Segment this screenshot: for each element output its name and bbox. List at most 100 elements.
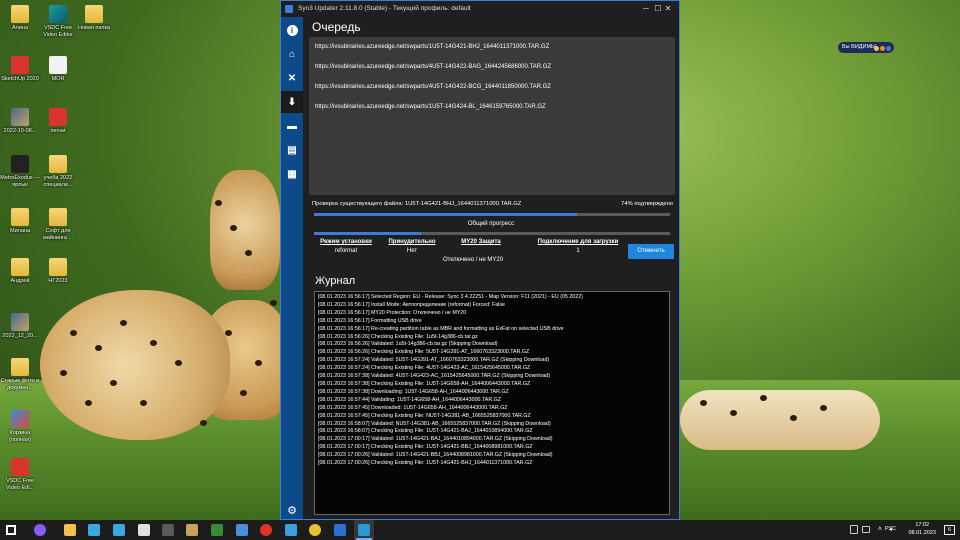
- info-icon[interactable]: i: [281, 19, 303, 41]
- log-line: [08.01.2023 16:57:38] Validated: 4U5T-14…: [318, 373, 551, 380]
- shield-icon[interactable]: [334, 524, 346, 536]
- log-line: [08.01.2023 16:56:17] Formatting USB dri…: [318, 317, 422, 324]
- overall-progress-bar: [314, 232, 670, 235]
- app-icon-1[interactable]: [88, 524, 100, 536]
- download-icon[interactable]: ⬇: [281, 91, 303, 113]
- file-progress-bar: [314, 213, 670, 216]
- title-bar[interactable]: Syn3 Updater 2.11.8.0 (Stable) - Текущий…: [281, 1, 679, 17]
- connection-column: Подключение для загрузки 1: [529, 239, 627, 254]
- tools-icon-glyph: ✕: [287, 72, 297, 84]
- desktop-icon[interactable]: Старые фото и докумен...: [0, 358, 40, 391]
- queue-item[interactable]: https://ivsubinaries.azureedge.net/swpar…: [315, 64, 551, 70]
- home-icon[interactable]: ⌂: [281, 43, 303, 65]
- network-icon[interactable]: [862, 526, 870, 533]
- desktop-icon[interactable]: 2022_12_20...: [0, 313, 40, 340]
- file-progress-fill: [314, 213, 578, 216]
- app-icon-6[interactable]: [211, 524, 223, 536]
- app-icon-7[interactable]: [236, 524, 248, 536]
- desktop-icon[interactable]: Корзина (полная): [0, 410, 40, 443]
- folder-icon: [49, 258, 67, 276]
- cheetah-spot: [70, 330, 77, 336]
- desktop-icon[interactable]: MOR: [38, 56, 78, 83]
- tray-chevron-icon[interactable]: ˄: [878, 526, 882, 533]
- sidebar: i ⌂ ✕ ⬇ ▬ ▤ ▦ ⚙: [281, 17, 303, 519]
- desktop-icon-label: Андрей: [10, 278, 30, 284]
- overall-progress-fill: [314, 232, 421, 235]
- cheetah-spot: [225, 330, 232, 336]
- queue-item[interactable]: https://ivsubinaries.azureedge.net/swpar…: [315, 104, 546, 110]
- desktop-icon[interactable]: VSDC Free Video Editor: [38, 5, 78, 38]
- chrome-icon[interactable]: [309, 524, 321, 536]
- opera-icon[interactable]: [260, 524, 272, 536]
- cancel-button[interactable]: Отменить: [628, 244, 674, 259]
- file-icon: [11, 56, 29, 74]
- journal-log[interactable]: [08.01.2023 16:56:17] Selected Region: E…: [314, 291, 670, 515]
- file-icon: [49, 5, 67, 23]
- settings-icon[interactable]: ⚙: [281, 499, 303, 521]
- desktop-icon[interactable]: НГ2023: [38, 258, 78, 285]
- desktop-icon-label: НГ2023: [48, 278, 68, 284]
- syn3-updater-taskbar-icon[interactable]: [358, 524, 370, 536]
- folder-icon: [85, 5, 103, 23]
- desktop-icon-label: Корзина (полная): [9, 430, 31, 443]
- close-button[interactable]: ✕: [657, 1, 679, 17]
- cheetah-spot: [85, 400, 92, 406]
- desktop-icon[interactable]: Новая папка: [74, 5, 114, 32]
- log-line: [08.01.2023 16:56:26] Validated: 1u5t-14…: [318, 341, 498, 348]
- desktop-icon[interactable]: песни: [38, 108, 78, 135]
- log-line: [08.01.2023 16:57:45] Downloaded: 1U5T-1…: [318, 404, 508, 411]
- log-line: [08.01.2023 16:56:26] Checking Existing …: [318, 349, 530, 356]
- queue-list[interactable]: https://ivsubinaries.azureedge.net/swpar…: [309, 37, 675, 195]
- app-icon-4[interactable]: [162, 524, 174, 536]
- desktop-icon[interactable]: MetroExodus — ярлык: [0, 155, 40, 188]
- desktop-icon[interactable]: SketchUp 2020: [0, 56, 40, 83]
- queue-item[interactable]: https://ivsubinaries.azureedge.net/swpar…: [315, 44, 549, 50]
- tray-app-icon[interactable]: [850, 525, 858, 534]
- explorer-icon[interactable]: [64, 524, 76, 536]
- desktop-icon-label: 2022-10-08...: [3, 128, 37, 134]
- desktop-icon[interactable]: VSDC Free Video Edi...: [0, 458, 40, 491]
- desktop-icon[interactable]: Софт для майнинга ...: [38, 208, 78, 241]
- app-icon-8[interactable]: [285, 524, 297, 536]
- cheetah-spot: [820, 405, 827, 411]
- log-line: [08.01.2023 16:58:07] Validated: NU5T-14…: [318, 420, 551, 427]
- info-icon-glyph: i: [286, 24, 298, 36]
- queue-item[interactable]: https://ivsubinaries.azureedge.net/swpar…: [315, 84, 551, 90]
- tools-icon[interactable]: ✕: [281, 67, 303, 89]
- desktop-icon[interactable]: 2022-10-08...: [0, 108, 40, 135]
- car-icon[interactable]: ▬: [281, 115, 303, 137]
- desktop-icon[interactable]: Алина: [0, 5, 40, 32]
- volume-icon[interactable]: ◂: [889, 526, 892, 533]
- app-icon-5[interactable]: [186, 524, 198, 536]
- connection-label: Подключение для загрузки: [537, 239, 619, 245]
- desktop-icon[interactable]: Милана: [0, 208, 40, 235]
- folder-icon: [11, 208, 29, 226]
- notifications-icon[interactable]: 6: [944, 525, 955, 535]
- log-line: [08.01.2023 17:00:17] Checking Existing …: [318, 444, 533, 451]
- cortana-icon[interactable]: [34, 524, 46, 536]
- cheetah-spot: [760, 395, 767, 401]
- window-title: Syn3 Updater 2.11.8.0 (Stable) - Текущий…: [298, 5, 471, 12]
- desktop-icon[interactable]: учеба 2022 специали...: [38, 155, 78, 188]
- document-icon[interactable]: ▤: [281, 139, 303, 161]
- overall-progress-label: Общий прогресс: [467, 221, 515, 227]
- app-icon-2[interactable]: [113, 524, 125, 536]
- cheetah-spot: [200, 420, 207, 426]
- cheetah-spot: [95, 345, 102, 351]
- car-icon-glyph: ▬: [287, 120, 297, 132]
- log-line: [08.01.2023 16:57:44] Validating: 1U5T-1…: [318, 396, 501, 403]
- cheetah-spot: [150, 340, 157, 346]
- desktop-icon-label: VSDC Free Video Editor: [43, 25, 73, 38]
- logs-icon[interactable]: ▦: [281, 163, 303, 185]
- start-button[interactable]: [6, 525, 16, 535]
- visibility-widget[interactable]: Вы ВИДИМЫ: [838, 42, 894, 53]
- current-file-status: Проверка существующего файла: 1U5T-14G42…: [312, 201, 522, 207]
- clock[interactable]: 17:02 08.01.2023: [908, 522, 936, 537]
- cheetah-spot: [110, 380, 117, 386]
- cheetah-spot: [730, 410, 737, 416]
- desktop-icon[interactable]: Андрей: [0, 258, 40, 285]
- journal-title: Журнал: [315, 275, 356, 287]
- app-icon-3[interactable]: [138, 524, 150, 536]
- folder-icon: [49, 208, 67, 226]
- settings-glyph: ⚙: [287, 504, 297, 517]
